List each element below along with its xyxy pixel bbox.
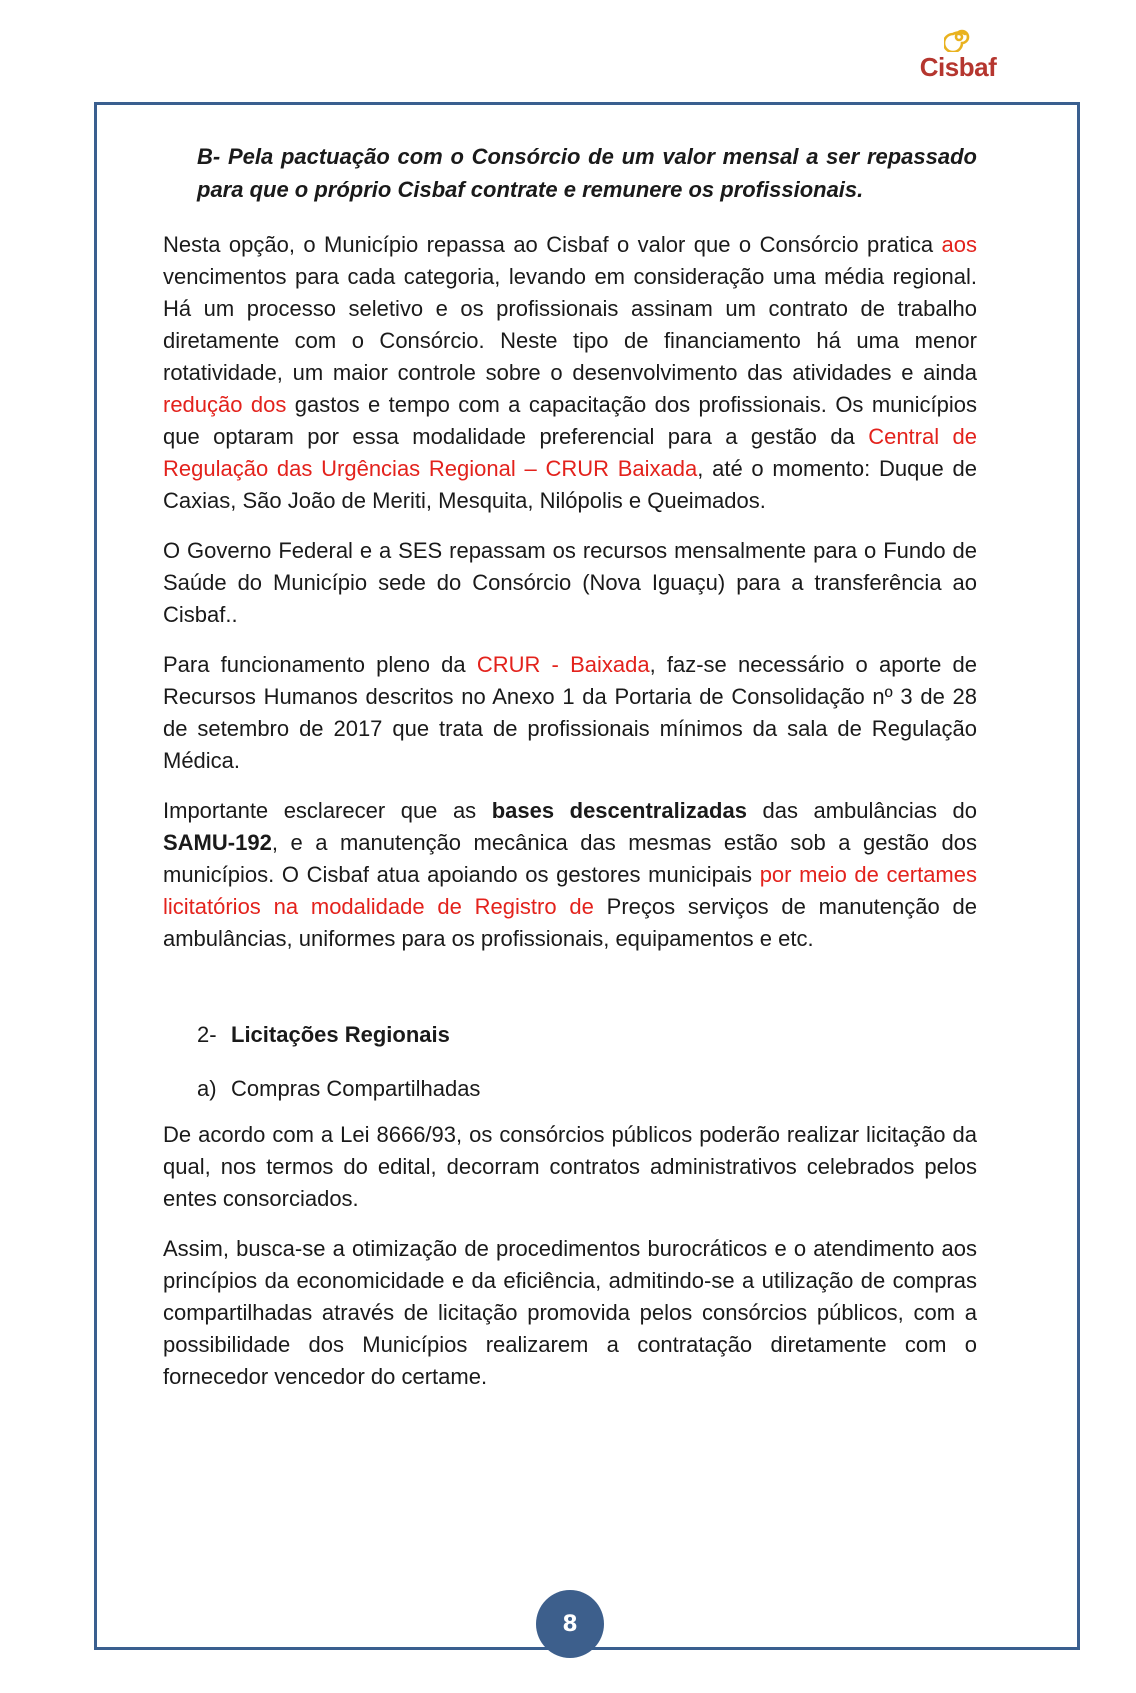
bold-run: bases descentralizadas [491, 798, 747, 823]
paragraph-6: Assim, busca-se a otimização de procedim… [163, 1236, 977, 1389]
document-body: B- Pela pactuação com o Consórcio de um … [163, 140, 977, 1411]
subheading-b: B- Pela pactuação com o Consórcio de um … [197, 144, 977, 202]
text-run: Importante esclarecer que as [163, 798, 492, 823]
highlight-run: CRUR - Baixada [476, 652, 650, 677]
text-run: gastos e tempo com a capacitação dos pro… [163, 392, 977, 449]
list-item-a: a) Compras Compartilhadas [197, 1073, 977, 1105]
list-text: Compras Compartilhadas [231, 1076, 481, 1101]
list-label: a) [197, 1076, 217, 1101]
section-title: Licitações Regionais [231, 1022, 450, 1047]
paragraph-5: De acordo com a Lei 8666/93, os consórci… [163, 1122, 977, 1211]
paragraph-1: Nesta opção, o Município repassa ao Cisb… [163, 229, 977, 517]
highlight-run: redução dos [163, 392, 287, 417]
cisbaf-logo: Cisbaf [918, 22, 998, 84]
bold-run: SAMU-192 [163, 830, 272, 855]
paragraph-3: Para funcionamento pleno da CRUR - Baixa… [163, 649, 977, 777]
text-run: das ambulâncias do [746, 798, 977, 823]
paragraph-4: Importante esclarecer que as bases desce… [163, 795, 977, 955]
text-run: Nesta opção, o Município repassa ao Cisb… [163, 232, 942, 257]
text-run: Para funcionamento pleno da [163, 652, 477, 677]
paragraph-2: O Governo Federal e a SES repassam os re… [163, 538, 977, 627]
section-number: 2- [197, 1022, 217, 1047]
text-run: vencimentos para cada categoria, levando… [163, 264, 977, 385]
logo-text: Cisbaf [919, 52, 997, 82]
spiral-logo-icon [944, 29, 970, 52]
highlight-run: aos [941, 232, 977, 257]
section-heading: 2- Licitações Regionais [197, 1019, 977, 1051]
page-number-badge: 8 [536, 1590, 604, 1658]
